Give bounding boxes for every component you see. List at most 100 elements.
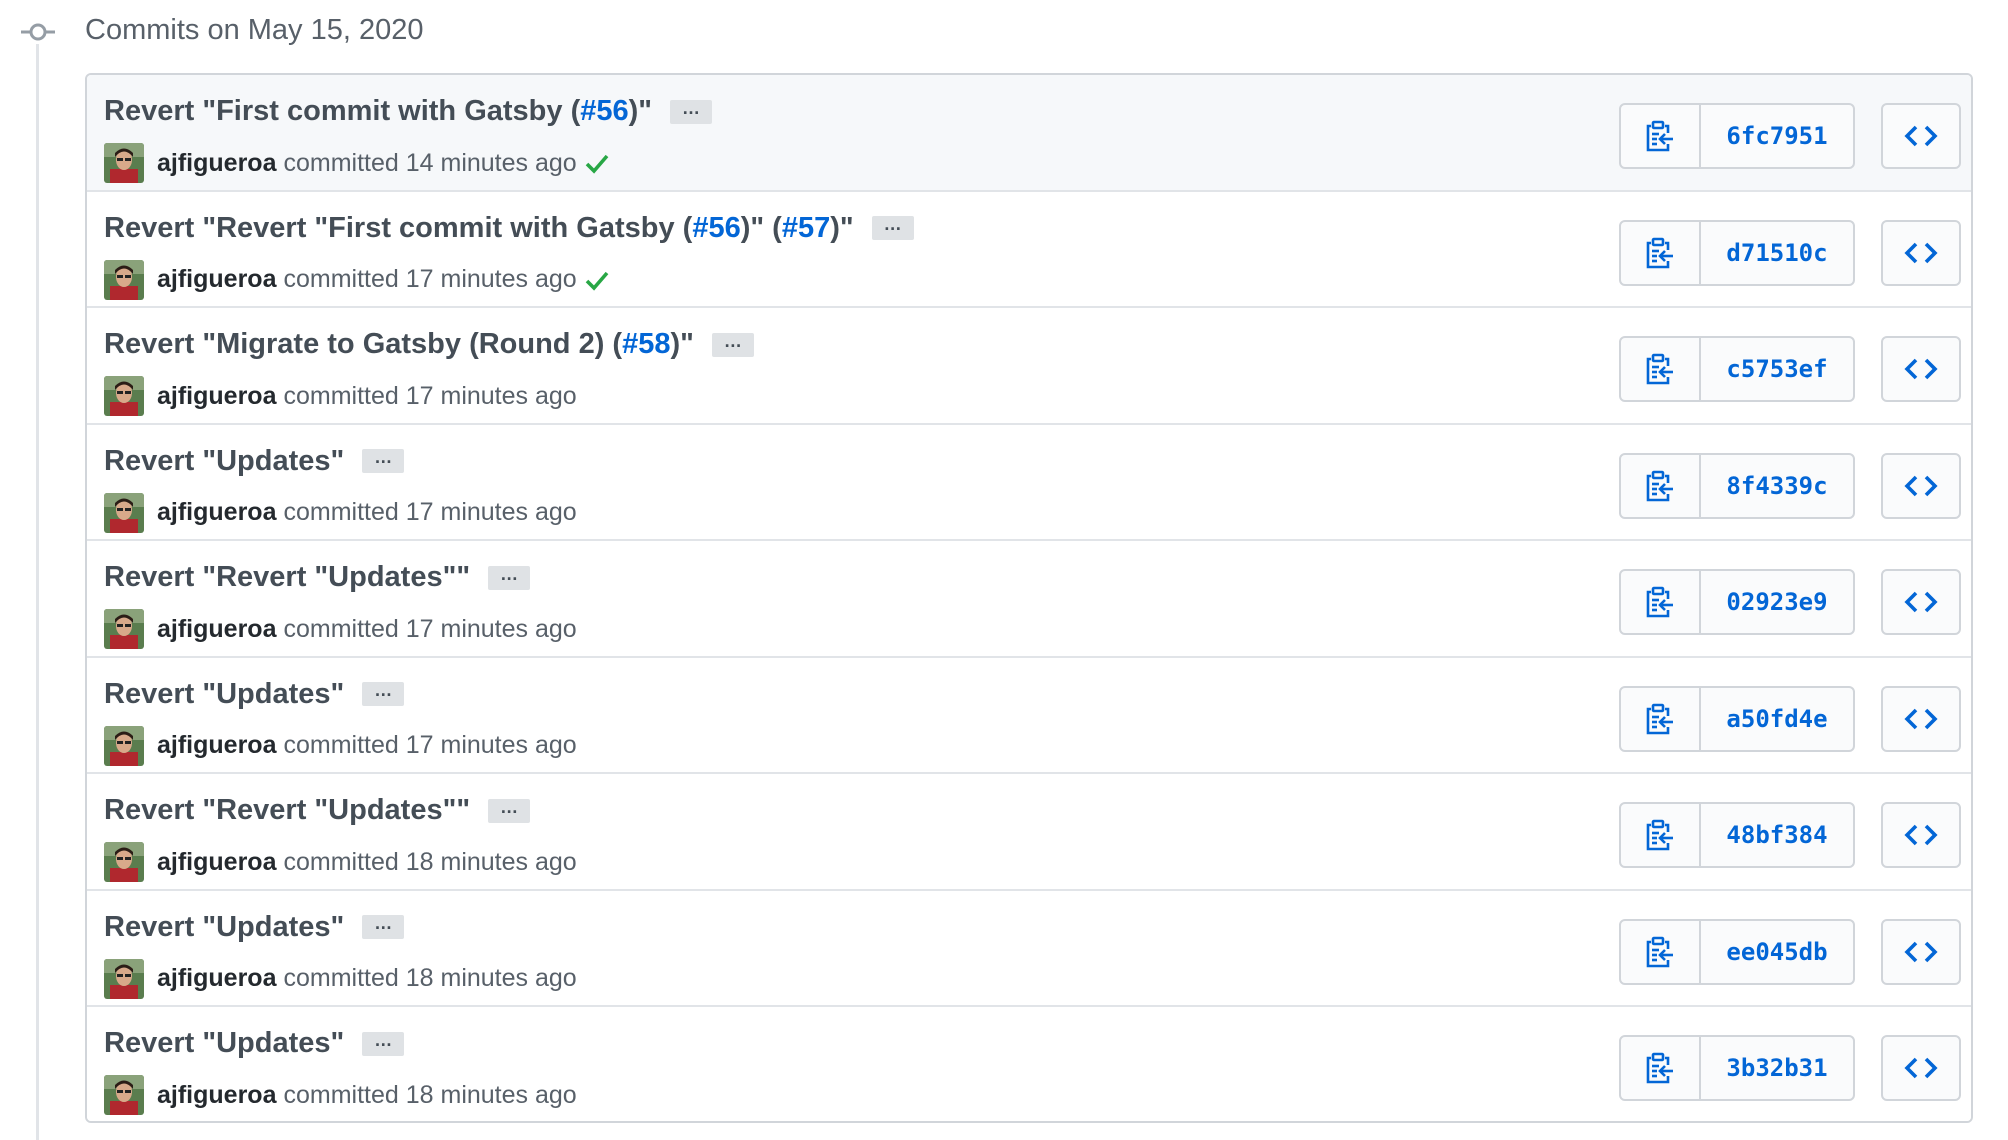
commit-message-text[interactable]: )"	[670, 328, 693, 360]
copy-sha-button[interactable]	[1621, 454, 1701, 517]
commit-message-text[interactable]: )"	[629, 95, 652, 127]
commit-title-line: Revert "Updates" …	[104, 445, 405, 478]
expand-message-button[interactable]: …	[488, 565, 531, 590]
commit-message-text[interactable]: )"	[830, 212, 853, 244]
commit-time: committed 18 minutes ago	[283, 1080, 577, 1109]
clipboard-icon	[1646, 353, 1673, 385]
browse-repository-button[interactable]	[1881, 918, 1961, 985]
commit-meta: ajfigueroa committed 18 minutes ago	[104, 842, 577, 882]
commit-sha-link[interactable]: d71510c	[1701, 222, 1853, 284]
check-icon[interactable]	[584, 267, 610, 293]
browse-repository-button[interactable]	[1881, 569, 1961, 635]
copy-sha-button[interactable]	[1621, 1037, 1701, 1099]
commit-time: committed 18 minutes ago	[283, 964, 577, 992]
commit-message-text[interactable]: Revert "Revert "Updates""	[104, 794, 470, 826]
copy-sha-button[interactable]	[1621, 571, 1701, 633]
expand-message-button[interactable]: …	[711, 332, 754, 357]
commit-message-text[interactable]: Revert "Updates"	[104, 911, 344, 943]
expand-message-button[interactable]: …	[362, 1031, 405, 1056]
commit-row: Revert "Updates" … ajfigueroa committed …	[87, 424, 1971, 541]
commit-author[interactable]: ajfigueroa	[157, 964, 276, 993]
expand-message-button[interactable]: …	[362, 914, 405, 939]
commit-message-text[interactable]: Revert "First commit with Gatsby (	[104, 95, 580, 127]
commit-message-text[interactable]: Revert "Updates"	[104, 678, 344, 710]
expand-message-button[interactable]: …	[871, 215, 914, 240]
commit-message-text[interactable]: Revert "Updates"	[104, 1027, 344, 1059]
avatar[interactable]	[104, 842, 144, 882]
commit-sha-link[interactable]: ee045db	[1701, 921, 1853, 983]
clipboard-icon	[1646, 936, 1673, 967]
commit-title-line: Revert "Updates" …	[104, 911, 405, 944]
pull-request-link[interactable]: #57	[782, 212, 830, 244]
clipboard-icon	[1646, 703, 1673, 734]
commit-group-date: Commits on May 15, 2020	[85, 14, 424, 46]
commit-message-text[interactable]: )" (	[741, 212, 782, 244]
copy-sha-button[interactable]	[1621, 920, 1701, 983]
commit-author[interactable]: ajfigueroa	[157, 731, 276, 760]
browse-repository-button[interactable]	[1881, 219, 1961, 286]
browse-repository-button[interactable]	[1881, 103, 1961, 169]
code-icon	[1904, 708, 1938, 729]
sha-button-group: d71510c	[1619, 219, 1855, 286]
commit-author[interactable]: ajfigueroa	[157, 1081, 276, 1110]
browse-repository-button[interactable]	[1881, 1035, 1961, 1101]
expand-message-button[interactable]: …	[670, 99, 713, 124]
commit-list: Revert "First commit with Gatsby (#56)" …	[85, 73, 1973, 1123]
commit-author[interactable]: ajfigueroa	[157, 615, 276, 644]
avatar[interactable]	[104, 143, 144, 183]
commit-meta: ajfigueroa committed 18 minutes ago	[104, 958, 577, 999]
copy-sha-button[interactable]	[1621, 105, 1701, 167]
expand-message-button[interactable]: …	[362, 448, 405, 473]
commit-message-text[interactable]: Revert "Revert "Updates""	[104, 561, 470, 593]
commit-meta: ajfigueroa committed 17 minutes ago	[104, 376, 577, 416]
avatar[interactable]	[104, 1075, 144, 1115]
clipboard-icon	[1646, 586, 1673, 618]
avatar[interactable]	[104, 376, 144, 416]
commit-author[interactable]: ajfigueroa	[157, 848, 276, 877]
commit-sha-link[interactable]: 02923e9	[1701, 571, 1853, 633]
code-icon	[1904, 1057, 1938, 1079]
commit-title-line: Revert "First commit with Gatsby (#56)" …	[104, 95, 713, 128]
expand-message-button[interactable]: …	[488, 798, 531, 823]
avatar[interactable]	[104, 725, 144, 766]
avatar[interactable]	[104, 259, 144, 300]
sha-button-group: 02923e9	[1619, 569, 1855, 635]
copy-sha-button[interactable]	[1621, 338, 1701, 400]
pull-request-link[interactable]: #58	[622, 328, 670, 360]
sha-button-group: 3b32b31	[1619, 1035, 1855, 1101]
commit-row: Revert "Updates" … ajfigueroa committed …	[87, 657, 1971, 774]
commit-author[interactable]: ajfigueroa	[157, 149, 276, 178]
copy-sha-button[interactable]	[1621, 221, 1701, 284]
browse-repository-button[interactable]	[1881, 802, 1961, 868]
commit-message-text[interactable]: Revert "Updates"	[104, 445, 344, 477]
commit-author[interactable]: ajfigueroa	[157, 382, 276, 411]
commit-message-text[interactable]: Revert "Migrate to Gatsby (Round 2) (	[104, 328, 622, 360]
commit-message-text[interactable]: Revert "Revert "First commit with Gatsby…	[104, 212, 692, 244]
avatar[interactable]	[104, 492, 144, 533]
commit-sha-link[interactable]: 8f4339c	[1701, 455, 1853, 517]
browse-repository-button[interactable]	[1881, 336, 1961, 402]
commit-sha-link[interactable]: 6fc7951	[1701, 105, 1853, 167]
commit-sha-link[interactable]: c5753ef	[1701, 338, 1853, 400]
copy-sha-button[interactable]	[1621, 804, 1701, 866]
check-icon[interactable]	[584, 150, 610, 176]
browse-repository-button[interactable]	[1881, 452, 1961, 519]
copy-sha-button[interactable]	[1621, 687, 1701, 750]
browse-repository-button[interactable]	[1881, 685, 1961, 752]
avatar[interactable]	[104, 609, 144, 649]
avatar[interactable]	[104, 958, 144, 999]
commit-author[interactable]: ajfigueroa	[157, 265, 276, 294]
commit-sha-link[interactable]: 3b32b31	[1701, 1037, 1853, 1099]
commit-row: Revert "Updates" … ajfigueroa committed …	[87, 890, 1971, 1007]
commit-author[interactable]: ajfigueroa	[157, 498, 276, 527]
commit-sha-link[interactable]: 48bf384	[1701, 804, 1853, 866]
pull-request-link[interactable]: #56	[692, 212, 740, 244]
expand-message-button[interactable]: …	[362, 681, 405, 706]
commit-sha-link[interactable]: a50fd4e	[1701, 688, 1853, 750]
commit-time: committed 17 minutes ago	[283, 498, 577, 526]
commit-meta: ajfigueroa committed 17 minutes ago	[104, 492, 577, 533]
commit-meta: ajfigueroa committed 17 minutes ago	[104, 609, 577, 649]
code-icon	[1904, 591, 1938, 613]
sha-button-group: c5753ef	[1619, 336, 1855, 402]
pull-request-link[interactable]: #56	[580, 95, 628, 127]
